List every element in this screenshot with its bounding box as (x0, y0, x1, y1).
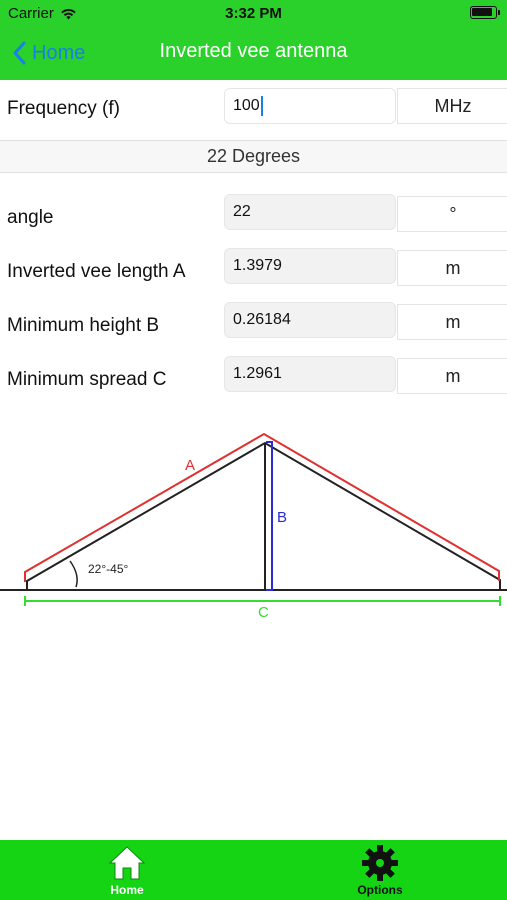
tab-options[interactable]: Options (320, 844, 440, 900)
length-a-label: Inverted vee length A (7, 261, 186, 282)
result-row-angle: angle 22 ° (0, 194, 507, 234)
result-row-spread-c: Minimum spread C 1.2961 m (0, 356, 507, 396)
text-caret (260, 96, 263, 116)
spread-c-unit: m (397, 358, 507, 394)
gear-icon (362, 845, 398, 881)
length-a-value-field: 1.3979 (224, 248, 396, 284)
angle-unit: ° (397, 196, 507, 232)
angle-arc (69, 560, 78, 588)
length-a-unit: m (397, 250, 507, 286)
frequency-row: Frequency (f) 100 MHz (0, 88, 507, 128)
angle-label: angle (7, 207, 54, 228)
frequency-value: 100 (233, 97, 260, 114)
label-c: C (258, 604, 269, 621)
tab-bar: Home Options (0, 840, 507, 900)
tab-home[interactable]: Home (67, 844, 187, 900)
result-row-height-b: Minimum height B 0.26184 m (0, 302, 507, 342)
length-a-value: 1.3979 (233, 257, 282, 274)
spread-c-value: 1.2961 (233, 365, 282, 382)
home-icon (108, 846, 146, 880)
tab-options-label: Options (357, 883, 403, 897)
angle-range-label: 22°-45° (88, 562, 128, 576)
navigation-bar: Carrier 3:32 PM Home Inverted vee antenn… (0, 0, 507, 80)
height-b-value-field: 0.26184 (224, 302, 396, 338)
frequency-unit-selector[interactable]: MHz (397, 88, 507, 124)
angle-value-field: 22 (224, 194, 396, 230)
spread-c-value-field: 1.2961 (224, 356, 396, 392)
battery-icon (470, 6, 500, 19)
height-b-value: 0.26184 (233, 311, 291, 328)
label-b: B (277, 509, 287, 526)
length-a-marker (24, 432, 500, 582)
result-row-length-a: Inverted vee length A 1.3979 m (0, 248, 507, 288)
label-a: A (185, 457, 195, 474)
frequency-input[interactable]: 100 (224, 88, 396, 124)
frequency-label: Frequency (f) (7, 98, 120, 119)
status-time: 3:32 PM (225, 5, 282, 22)
angle-value: 22 (233, 203, 251, 220)
antenna-diagram: A B C 22°-45° (0, 432, 507, 621)
tab-home-label: Home (110, 883, 144, 897)
height-b-unit: m (397, 304, 507, 340)
spread-c-label: Minimum spread C (7, 369, 167, 390)
page-title: Inverted vee antenna (159, 40, 348, 62)
mode-band: 22 Degrees (0, 140, 507, 173)
mode-text: 22 Degrees (206, 146, 301, 166)
height-b-label: Minimum height B (7, 315, 160, 336)
height-b-marker (266, 441, 273, 591)
